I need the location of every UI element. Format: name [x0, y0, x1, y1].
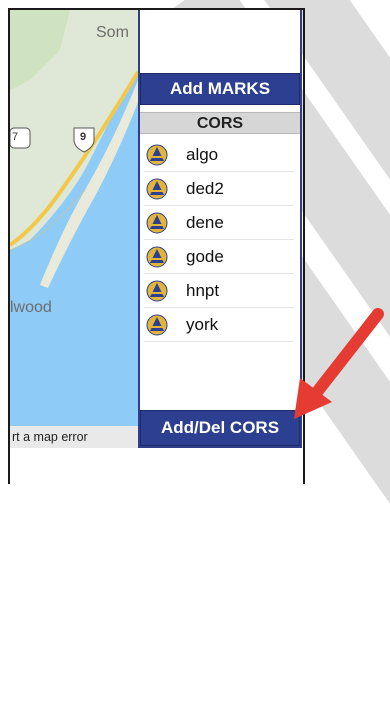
cors-item-label: ded2 — [186, 178, 224, 198]
cors-station-icon — [146, 280, 168, 301]
cors-item-label: hnpt — [186, 280, 220, 300]
map-place-label: lwood — [10, 299, 52, 316]
map-place-label: Som — [96, 24, 129, 41]
red-arrow — [294, 308, 384, 419]
marks-panel: Add MARKS CORS algo ded2 dene gode hnpt york … — [138, 10, 302, 448]
cors-list-item[interactable]: algo — [144, 138, 294, 172]
map-graphic — [10, 10, 138, 288]
cors-list-item[interactable]: ded2 — [144, 172, 294, 206]
add-marks-button[interactable]: Add MARKS — [140, 73, 300, 105]
report-map-error-link[interactable]: rt a map error — [10, 426, 138, 448]
cors-item-label: algo — [186, 144, 219, 164]
cors-station-icon — [146, 314, 168, 335]
cors-item-label: york — [186, 314, 219, 334]
screenshot-frame: Som lwood 7 9 rt a map error Add MARKS C… — [8, 8, 305, 484]
add-del-cors-button[interactable]: Add/Del CORS — [140, 410, 300, 446]
cors-list-item[interactable]: gode — [144, 240, 294, 274]
map-view[interactable]: Som lwood 7 9 rt a map error — [10, 10, 138, 448]
cors-station-icon — [146, 144, 168, 165]
route-shield-label: 7 — [12, 131, 19, 143]
cors-list-item[interactable]: hnpt — [144, 274, 294, 308]
route-shield-label: 9 — [80, 131, 87, 143]
cors-list: algo ded2 dene gode hnpt york — [144, 138, 294, 342]
cors-list-item[interactable]: dene — [144, 206, 294, 240]
cors-list-item[interactable]: york — [144, 308, 294, 342]
cors-item-label: dene — [186, 212, 224, 232]
cors-station-icon — [146, 178, 168, 199]
cors-header: CORS — [140, 112, 300, 134]
cors-station-icon — [146, 212, 168, 233]
cors-item-label: gode — [186, 246, 224, 266]
cors-station-icon — [146, 246, 168, 267]
